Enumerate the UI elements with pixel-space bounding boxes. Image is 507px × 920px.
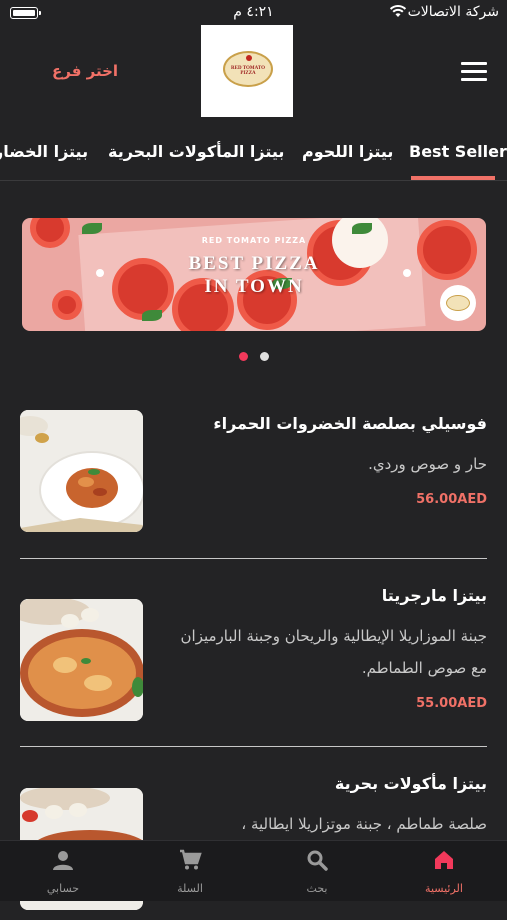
pager-dot[interactable]: [260, 352, 269, 361]
pasta-dish-image: [20, 410, 143, 532]
nav-search-label: بحث: [306, 882, 328, 895]
menu-button[interactable]: [461, 62, 487, 82]
divider: [20, 746, 487, 747]
pizza-plate-icon: [20, 599, 143, 721]
basil-leaf: [82, 223, 102, 234]
active-tab-indicator: [411, 176, 495, 180]
banner-title: BEST PIZZA IN TOWN: [22, 252, 486, 298]
brand-logo: RED TOMATO PIZZA: [201, 25, 293, 117]
nav-cart-label: السلة: [177, 882, 203, 895]
banner-title-line1: BEST PIZZA: [188, 253, 320, 274]
tomato-dot-icon: [246, 55, 252, 61]
menu-line-icon: [461, 62, 487, 65]
product-name: بيتزا مأكولات بحرية: [334, 774, 487, 793]
tab-vegetable-pizza[interactable]: بيتزا الخضار: [0, 142, 88, 161]
bottom-navigation: الرئيسية بحث السلة حسابي: [0, 840, 507, 901]
account-icon: [53, 851, 73, 870]
banner-subtitle: RED TOMATO PIZZA: [201, 236, 307, 245]
product-name: فوسيلي بصلصة الخضروات الحمراء: [213, 414, 487, 433]
logo-emblem: RED TOMATO PIZZA: [223, 51, 273, 87]
tab-best-seller[interactable]: Best Seller: [409, 142, 507, 161]
search-icon: [307, 850, 328, 871]
nav-account-label: حسابي: [46, 882, 80, 895]
product-description: جبنة الموزاريلا الإيطالية والريحان وجبنة…: [180, 627, 487, 677]
nav-account[interactable]: حسابي: [0, 841, 126, 901]
divider: [20, 558, 487, 559]
basil-leaf: [142, 310, 162, 321]
product-item[interactable]: بيتزا مارجريتا جبنة الموزاريلا الإيطالية…: [0, 582, 507, 732]
product-item[interactable]: فوسيلي بصلصة الخضروات الحمراء حار و صوص …: [0, 408, 507, 558]
tab-meat-pizza[interactable]: بيتزا اللحوم: [302, 142, 393, 161]
nav-cart[interactable]: السلة: [127, 841, 253, 901]
carrier-label: شركة الاتصالات: [407, 4, 499, 20]
wifi-icon: [389, 5, 407, 17]
app-header: اختر فرع RED TOMATO PIZZA: [0, 24, 507, 119]
nav-home[interactable]: الرئيسية: [381, 841, 507, 901]
tab-seafood-pizza[interactable]: بيتزا المأكولات البحرية: [108, 142, 284, 161]
banner-title-line2: IN TOWN: [204, 276, 304, 297]
product-description: حار و صوص وردي.: [368, 455, 487, 473]
menu-line-icon: [461, 70, 487, 73]
cart-icon: [180, 849, 202, 870]
nav-home-label: الرئيسية: [425, 882, 463, 895]
pasta-plate-icon: [20, 410, 143, 532]
category-tabs: Best Seller بيتزا اللحوم بيتزا المأكولات…: [0, 130, 507, 181]
logo-text: RED TOMATO PIZZA: [231, 66, 265, 76]
promo-banner[interactable]: RED TOMATO PIZZA BEST PIZZA IN TOWN: [22, 218, 486, 331]
nav-search[interactable]: بحث: [254, 841, 380, 901]
product-name: بيتزا مارجريتا: [381, 586, 487, 605]
banner-logo: [440, 285, 476, 321]
pager-dot-active[interactable]: [239, 352, 248, 361]
product-price: 55.00AED: [416, 696, 487, 711]
menu-line-icon: [461, 78, 487, 81]
margherita-pizza-image: [20, 599, 143, 721]
product-price: 56.00AED: [416, 492, 487, 507]
home-icon: [435, 851, 453, 869]
basil-leaf: [352, 223, 372, 234]
select-branch-button[interactable]: اختر فرع: [52, 62, 118, 80]
product-description: صلصة طماطم ، جبنة موتزاريلا ايطالية ،: [241, 815, 487, 833]
